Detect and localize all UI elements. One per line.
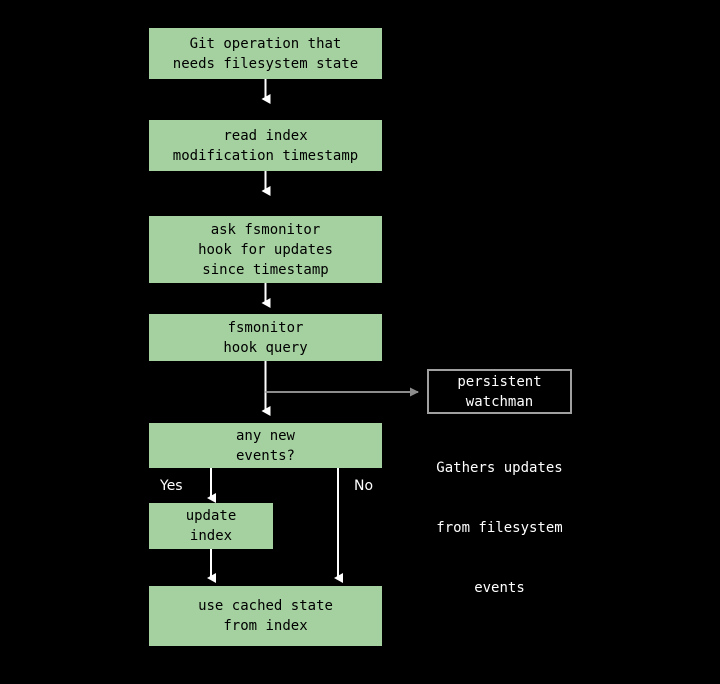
node-update-index-line-1: update <box>185 508 237 524</box>
node-update-index: update index <box>149 503 273 549</box>
caption-watchman-note: Gathers updates from filesystem events <box>412 418 587 638</box>
node-read-index-line-1: read index <box>223 127 308 144</box>
node-any-new-events: any new events? <box>149 423 382 468</box>
node-update-index-line-2: index <box>189 528 233 544</box>
node-git-operation: Git operation that needs filesystem stat… <box>149 28 382 79</box>
flowchart-canvas: Git operation that needs filesystem stat… <box>0 0 720 684</box>
node-fsmonitor-hook-query-line-2: hook query <box>223 339 308 356</box>
edge-label-yes: Yes <box>160 478 183 494</box>
node-persistent-watchman-line-1: persistent <box>457 373 542 390</box>
node-ask-fsmonitor-line-2: hook for updates <box>198 241 333 258</box>
caption-watchman-note-line-2: from filesystem <box>436 520 563 536</box>
node-persistent-watchman: persistent watchman <box>427 369 572 414</box>
node-use-cached-state: use cached state from index <box>149 586 382 646</box>
node-use-cached-state-line-2: from index <box>223 618 308 634</box>
node-ask-fsmonitor: ask fsmonitor hook for updates since tim… <box>149 216 382 283</box>
node-fsmonitor-hook-query-line-1: fsmonitor <box>227 319 304 336</box>
node-any-new-events-line-1: any new <box>235 427 295 444</box>
caption-watchman-note-line-3: events <box>474 580 525 596</box>
node-fsmonitor-hook-query: fsmonitor hook query <box>149 314 382 361</box>
edge-label-no: No <box>354 478 374 494</box>
node-git-operation-line-1: Git operation that <box>189 35 342 52</box>
node-use-cached-state-line-1: use cached state <box>198 598 333 614</box>
caption-watchman-note-line-1: Gathers updates <box>436 460 563 476</box>
node-git-operation-line-2: needs filesystem state <box>172 55 359 72</box>
node-persistent-watchman-line-2: watchman <box>465 393 534 410</box>
node-read-index: read index modification timestamp <box>149 120 382 171</box>
node-read-index-line-2: modification timestamp <box>172 147 359 164</box>
node-any-new-events-line-2: events? <box>235 447 295 464</box>
node-ask-fsmonitor-line-3: since timestamp <box>202 261 329 278</box>
node-ask-fsmonitor-line-1: ask fsmonitor <box>210 221 321 238</box>
